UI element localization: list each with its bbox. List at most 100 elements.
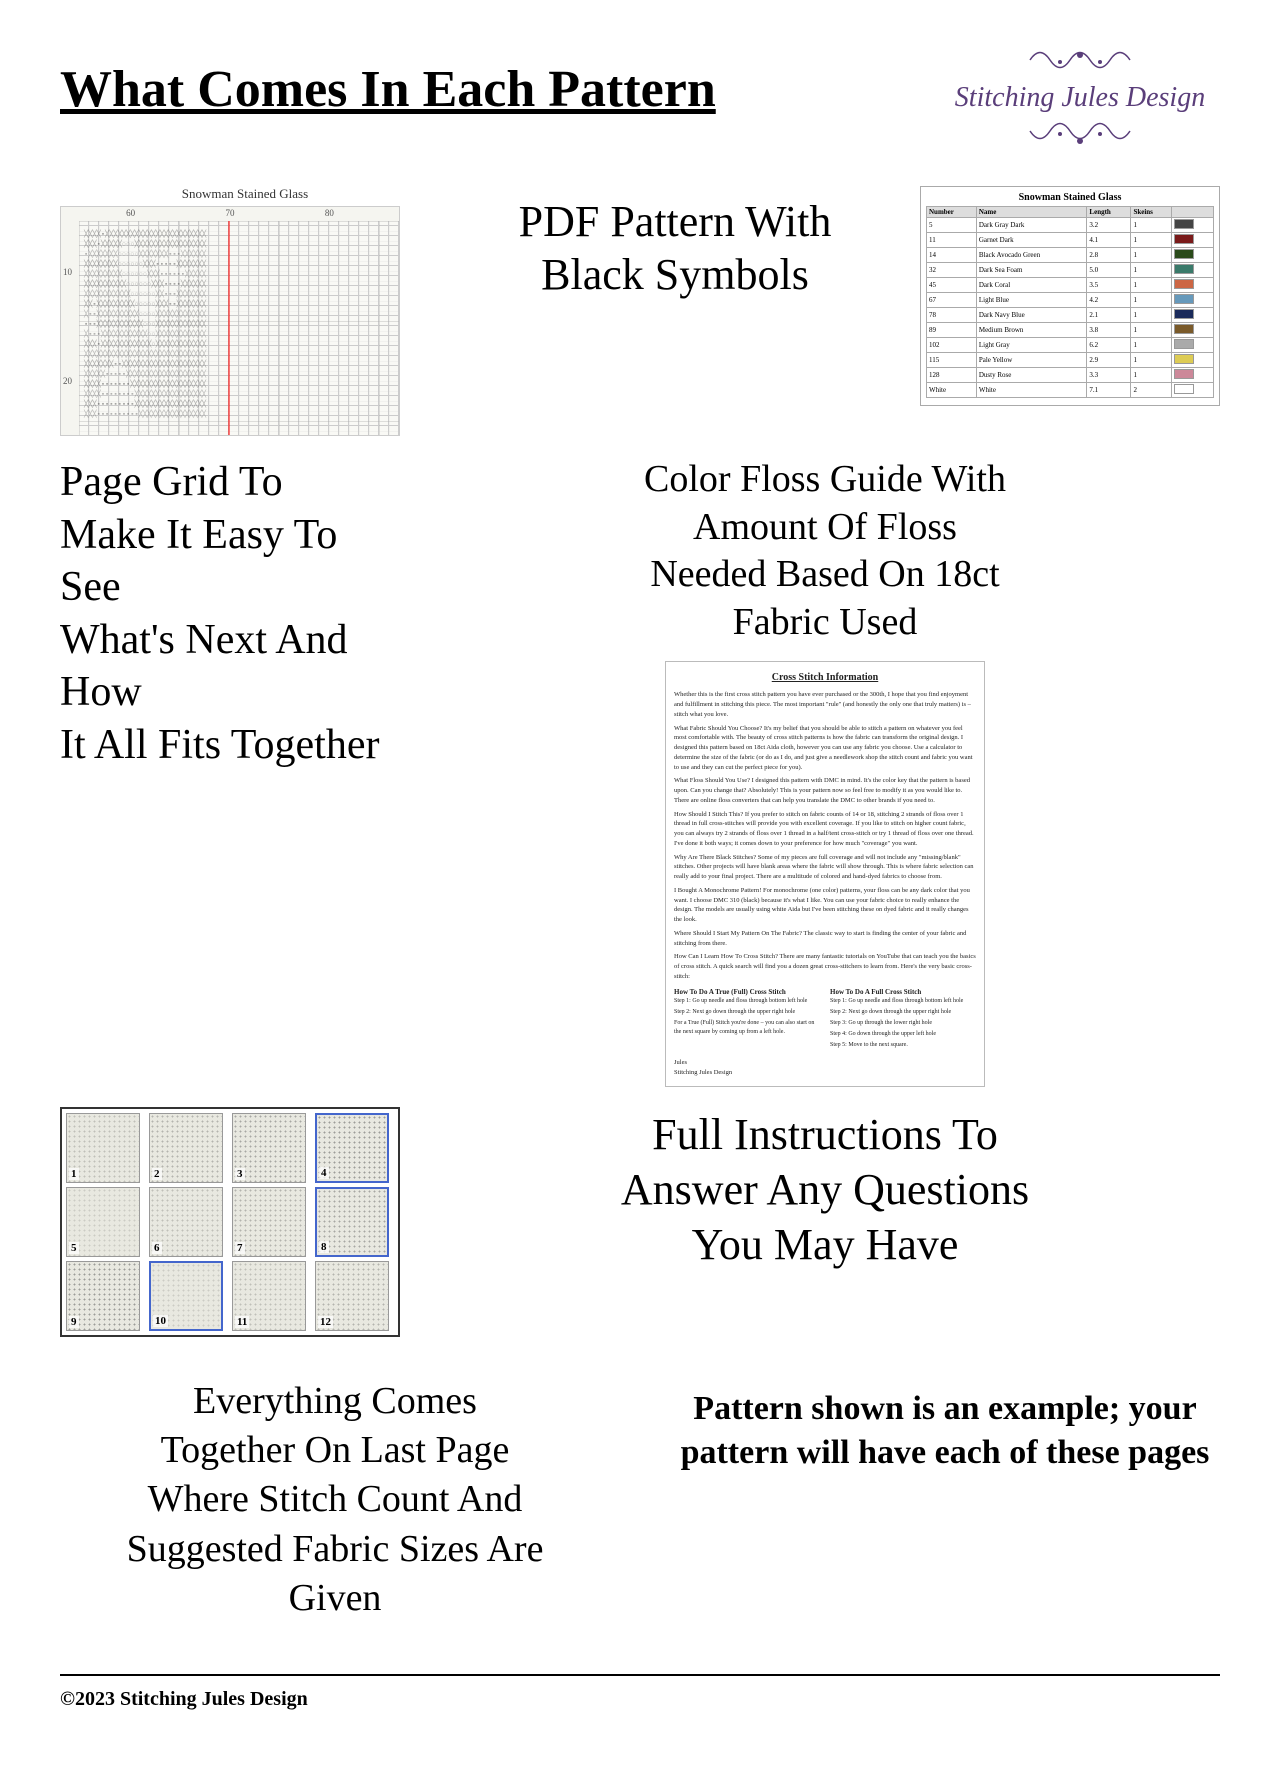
step-left: For a True (Full) Stitch you're done – y… — [674, 1019, 820, 1037]
instructions-para: Whether this is the first cross stitch p… — [674, 690, 976, 719]
floss-color-swatch — [1172, 338, 1214, 353]
floss-color-swatch — [1172, 383, 1214, 398]
floss-number: 89 — [927, 323, 977, 338]
floss-skeins: 1 — [1131, 338, 1172, 353]
floss-color-swatch — [1172, 278, 1214, 293]
how-to-title-right: How To Do A Full Cross Stitch — [830, 987, 976, 998]
grid-cell-number: 11 — [235, 1316, 249, 1328]
floss-number: 32 — [927, 263, 977, 278]
floss-skeins: 1 — [1131, 218, 1172, 233]
floss-number: 115 — [927, 353, 977, 368]
pdf-text-section: PDF Pattern With Black Symbols — [460, 186, 890, 322]
bottom-section: Everything Comes Together On Last Page W… — [60, 1377, 1220, 1624]
step-left: Step 2: Next go down through the upper r… — [674, 1008, 820, 1017]
grid-image-cell: 10 — [149, 1261, 223, 1331]
svg-text:╳╳╳▪╳╳╳╳╳╳╳╳╳╳╳╳○╳╳╳╳╳╳╳╳╳╳╳╳: ╳╳╳▪╳╳╳╳╳╳╳╳╳╳╳╳○╳╳╳╳╳╳╳╳╳╳╳╳ — [83, 339, 207, 349]
floss-number: 14 — [927, 248, 977, 263]
grid-cell-number: 2 — [152, 1168, 162, 1180]
floss-guide-title: Snowman Stained Glass — [926, 192, 1214, 203]
pattern-label: Snowman Stained Glass — [60, 186, 430, 202]
full-instructions-title: Full Instructions To Answer Any Question… — [430, 1107, 1220, 1272]
svg-text:╳╳╳╳▪╳╳╳╳╳╳╳╳╳╳╳╳╳╳╳╳╳╳╳╳╳╳╳╳: ╳╳╳╳▪╳╳╳╳╳╳╳╳╳╳╳╳╳╳╳╳╳╳╳╳╳╳╳╳ — [83, 229, 207, 239]
how-to-title-left: How To Do A True (Full) Cross Stitch — [674, 987, 820, 998]
page-container: What Comes In Each Pattern Stitching Jul… — [0, 0, 1280, 1771]
grid-image-cell: 3 — [232, 1113, 306, 1183]
svg-text:╳╳╳▪╳╳╳╳╳○○○╳╳╳╳╳╳╳╳╳╳╳╳╳╳╳╳╳: ╳╳╳▪╳╳╳╳╳○○○╳╳╳╳╳╳╳╳╳╳╳╳╳╳╳╳╳ — [83, 239, 207, 249]
col-skeins: Skeins — [1131, 207, 1172, 218]
floss-name: Dark Gray Dark — [976, 218, 1087, 233]
floss-skeins: 1 — [1131, 263, 1172, 278]
instructions-signature: Jules Stitching Jules Design — [674, 1058, 976, 1078]
floss-table-row: White White 7.1 2 — [927, 383, 1214, 398]
floss-length: 2.8 — [1087, 248, 1131, 263]
page-grid-images: 123456789101112 — [60, 1107, 400, 1337]
page-grid-text: Page Grid To Make It Easy To See What's … — [60, 456, 400, 771]
floss-name: Dark Coral — [976, 278, 1087, 293]
svg-text:╳╳╳╳╳╳╳╳╳○○○○○○╳╳╳▪▪▪▪▪▪╳╳╳╳╳: ╳╳╳╳╳╳╳╳╳○○○○○○╳╳╳▪▪▪▪▪▪╳╳╳╳╳ — [83, 269, 207, 279]
floss-name: Garnet Dark — [976, 233, 1087, 248]
floss-name: Pale Yellow — [976, 353, 1087, 368]
floss-length: 4.2 — [1087, 293, 1131, 308]
instructions-doc-title: Cross Stitch Information — [674, 670, 976, 685]
svg-text:╳▪▪▪╳╳╳╳╳╳╳╳╳╳╳○○╳╳╳╳╳╳╳╳╳╳╳╳: ╳▪▪▪╳╳╳╳╳╳╳╳╳╳╳○○╳╳╳╳╳╳╳╳╳╳╳╳ — [83, 329, 207, 339]
floss-table-row: 89 Medium Brown 3.8 1 — [927, 323, 1214, 338]
svg-text:╳╳╳╳▪▪▪▪▪▪▪╳╳╳╳╳╳╳╳╳╳╳╳╳╳╳╳╳╳: ╳╳╳╳▪▪▪▪▪▪▪╳╳╳╳╳╳╳╳╳╳╳╳╳╳╳╳╳╳ — [83, 379, 207, 389]
floss-color-swatch — [1172, 308, 1214, 323]
svg-text:╳╳▪╳╳╳╳╳╳╳╳╳○○○○○╳╳╳▪▪╳╳╳╳╳╳╳: ╳╳▪╳╳╳╳╳╳╳╳╳○○○○○╳╳╳▪▪╳╳╳╳╳╳╳ — [83, 299, 207, 309]
col-color — [1172, 207, 1214, 218]
floss-skeins: 1 — [1131, 368, 1172, 383]
header: What Comes In Each Pattern Stitching Jul… — [60, 40, 1220, 156]
floss-number: White — [927, 383, 977, 398]
grid-cell-number: 9 — [69, 1316, 79, 1328]
floss-skeins: 1 — [1131, 353, 1172, 368]
floss-skeins: 1 — [1131, 233, 1172, 248]
floss-table-row: 102 Light Gray 6.2 1 — [927, 338, 1214, 353]
floss-length: 3.8 — [1087, 323, 1131, 338]
floss-color-swatch — [1172, 353, 1214, 368]
grid-image-cell: 12 — [315, 1261, 389, 1331]
stitch-pattern-svg: ╳╳╳╳▪╳╳╳╳╳╳╳╳╳╳╳╳╳╳╳╳╳╳╳╳╳╳╳╳ ╳╳╳▪╳╳╳╳╳○… — [79, 221, 399, 435]
grid-cell-number: 1 — [69, 1168, 79, 1180]
svg-text:╳╳╳╳╳╳╳╳╳╳╳╳╳╳╳╳╳╳╳╳╳╳╳╳╳╳╳╳╳: ╳╳╳╳╳╳╳╳╳╳╳╳╳╳╳╳╳╳╳╳╳╳╳╳╳╳╳╳╳ — [83, 349, 207, 359]
floss-color-swatch — [1172, 248, 1214, 263]
floss-table-row: 14 Black Avocado Green 2.8 1 — [927, 248, 1214, 263]
how-to-cols: How To Do A True (Full) Cross Stitch Ste… — [674, 987, 976, 1053]
grid-image-grid: 123456789101112 — [60, 1107, 400, 1337]
floss-name: White — [976, 383, 1087, 398]
right-column: Color Floss Guide With Amount Of Floss N… — [430, 456, 1220, 1086]
floss-length: 4.1 — [1087, 233, 1131, 248]
instructions-para: What Fabric Should You Choose? It's my b… — [674, 724, 976, 773]
floss-number: 67 — [927, 293, 977, 308]
floss-length: 6.2 — [1087, 338, 1131, 353]
pattern-image-container: Snowman Stained Glass 607080 10 20 — [60, 186, 430, 436]
step-right: Step 4: Go down through the upper left h… — [830, 1030, 976, 1039]
how-to-col-left: How To Do A True (Full) Cross Stitch Ste… — [674, 987, 820, 1053]
floss-name: Dark Sea Foam — [976, 263, 1087, 278]
floss-length: 7.1 — [1087, 383, 1131, 398]
grid-cell-number: 4 — [319, 1167, 329, 1179]
svg-text:▪▪▪╳╳╳╳╳╳╳╳╳╳╳○○○╳╳╳╳╳╳╳╳╳╳╳╳: ▪▪▪╳╳╳╳╳╳╳╳╳╳╳○○○╳╳╳╳╳╳╳╳╳╳╳╳ — [84, 319, 207, 329]
floss-table-row: 115 Pale Yellow 2.9 1 — [927, 353, 1214, 368]
grid-image-cell: 7 — [232, 1187, 306, 1257]
section-pdf-pattern: Snowman Stained Glass 607080 10 20 — [60, 186, 1220, 436]
floss-color-swatch — [1172, 323, 1214, 338]
full-instructions-title-text: Full Instructions To Answer Any Question… — [621, 1110, 1029, 1269]
floss-table-row: 32 Dark Sea Foam 5.0 1 — [927, 263, 1214, 278]
color-floss-title: Color Floss Guide With Amount Of Floss N… — [644, 456, 1006, 646]
logo-area: Stitching Jules Design — [940, 40, 1220, 156]
svg-text:╳╳╳╳▪▪▪▪▪▪▪▪╳╳╳╳╳╳╳╳╳╳╳╳╳╳╳╳╳: ╳╳╳╳▪▪▪▪▪▪▪▪╳╳╳╳╳╳╳╳╳╳╳╳╳╳╳╳╳ — [83, 389, 207, 399]
step-right: Step 2: Next go down through the upper r… — [830, 1008, 976, 1017]
pdf-pattern-title: PDF Pattern With Black Symbols — [519, 196, 832, 302]
floss-guide-image: Snowman Stained Glass Number Name Length… — [920, 186, 1220, 406]
everything-together-span: Everything Comes Together On Last Page W… — [127, 1380, 544, 1620]
grid-image-cell: 4 — [315, 1113, 389, 1183]
logo-swirl-bottom — [1020, 116, 1140, 156]
floss-skeins: 1 — [1131, 248, 1172, 263]
logo-swirl-top — [1020, 40, 1140, 80]
instructions-image: Cross Stitch Information Whether this is… — [665, 661, 985, 1086]
grid-content: ╳╳╳╳▪╳╳╳╳╳╳╳╳╳╳╳╳╳╳╳╳╳╳╳╳╳╳╳╳ ╳╳╳▪╳╳╳╳╳○… — [79, 221, 399, 435]
floss-name: Black Avocado Green — [976, 248, 1087, 263]
example-note-text: Pattern shown is an example; your patter… — [670, 1387, 1220, 1475]
svg-text:╳╳╳▪▪▪▪▪▪▪▪▪╳╳╳╳╳╳╳╳╳╳╳╳╳╳╳╳╳: ╳╳╳▪▪▪▪▪▪▪▪▪╳╳╳╳╳╳╳╳╳╳╳╳╳╳╳╳╳ — [83, 399, 207, 409]
floss-number: 102 — [927, 338, 977, 353]
